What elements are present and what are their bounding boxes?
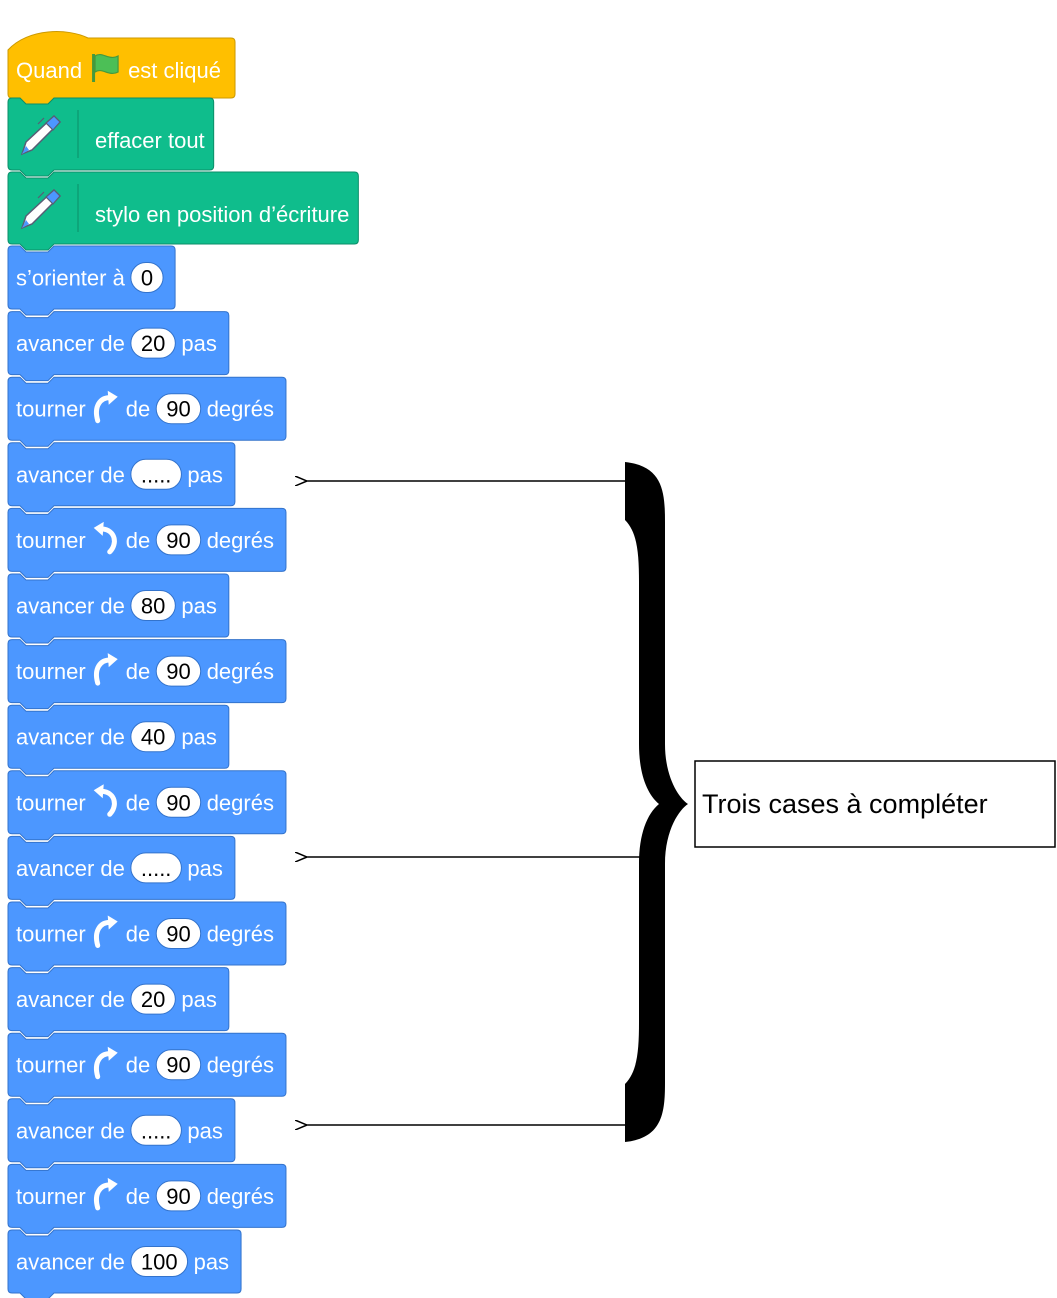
block-label: pas — [181, 725, 216, 750]
block-label: tourner — [16, 1184, 86, 1209]
block-label: avancer de — [16, 856, 125, 881]
number-input-value: 90 — [166, 1053, 190, 1078]
block-label: avancer de — [16, 1250, 125, 1275]
number-input[interactable]: 90 — [155, 655, 202, 687]
number-input[interactable]: 90 — [155, 918, 202, 949]
block-label: degrés — [207, 397, 274, 422]
number-input[interactable]: 90 — [155, 1180, 202, 1212]
block-label: tourner — [16, 790, 86, 815]
block-label: avancer de — [16, 987, 125, 1012]
block-label: pas — [181, 331, 216, 356]
annotation: Trois cases à compléter — [306, 462, 1056, 1142]
block-label: degrés — [207, 528, 274, 553]
number-input-value: 40 — [141, 725, 165, 750]
number-input[interactable]: ..... — [130, 852, 182, 884]
number-input-value: 20 — [141, 331, 165, 356]
block-label: de — [126, 1053, 150, 1078]
number-input[interactable]: 90 — [155, 524, 202, 556]
block-label: pas — [181, 987, 216, 1012]
annotation-arrows — [306, 481, 648, 1125]
block-label: degrés — [207, 1184, 274, 1209]
block-label: avancer de — [16, 725, 125, 750]
number-input[interactable]: 90 — [155, 786, 202, 818]
number-input-value: 20 — [141, 987, 165, 1012]
number-input-value: 90 — [166, 790, 190, 815]
block-label: degrés — [207, 790, 274, 815]
hat-text: est cliqué — [128, 58, 221, 83]
number-input-value: ..... — [141, 462, 172, 487]
number-input-value: 90 — [166, 1184, 190, 1209]
number-input[interactable]: 90 — [155, 1049, 202, 1081]
block-label: s’orienter à — [16, 266, 126, 291]
annotation-label: Trois cases à compléter — [702, 789, 988, 819]
block-label: avancer de — [16, 1118, 125, 1143]
scratch-diagram: Quand est cliqué effacer tout stylo en posi… — [7, 31, 1056, 1298]
pen-block-label: stylo en position d’écriture — [95, 202, 349, 227]
number-input[interactable]: 100 — [130, 1246, 189, 1277]
number-input[interactable]: 0 — [130, 262, 164, 293]
block-label: de — [126, 790, 150, 815]
number-input[interactable]: 90 — [155, 393, 202, 425]
block-label: degrés — [207, 922, 274, 947]
block-label: degrés — [207, 659, 274, 684]
block-label: tourner — [16, 922, 86, 947]
block-label: degrés — [207, 1053, 274, 1078]
block-label: pas — [187, 856, 222, 881]
block-label: de — [126, 659, 150, 684]
block-label: tourner — [16, 659, 86, 684]
number-input-value: 90 — [166, 528, 190, 553]
block-label: avancer de — [16, 462, 125, 487]
block-label: avancer de — [16, 594, 125, 619]
number-input-value: 0 — [141, 266, 153, 291]
script-blocks: Quand est cliqué effacer tout stylo en posi… — [7, 31, 359, 1298]
block-label: de — [126, 528, 150, 553]
number-input-value: ..... — [141, 856, 172, 881]
block-label: pas — [187, 1118, 222, 1143]
number-input[interactable]: 20 — [130, 327, 176, 359]
curly-brace — [625, 462, 688, 1142]
block-label: tourner — [16, 528, 86, 553]
block-label: avancer de — [16, 331, 125, 356]
hat-text: Quand — [16, 58, 82, 83]
block-label: tourner — [16, 1053, 86, 1078]
number-input[interactable]: 80 — [130, 590, 176, 621]
number-input-value: 90 — [166, 659, 190, 684]
number-input-value: 100 — [141, 1250, 178, 1275]
number-input-value: 90 — [166, 922, 190, 947]
block-label: de — [126, 922, 150, 947]
block-label: de — [126, 1184, 150, 1209]
number-input[interactable]: 20 — [130, 983, 176, 1015]
number-input[interactable]: ..... — [130, 1114, 182, 1146]
number-input[interactable]: ..... — [130, 458, 182, 490]
block-label: pas — [187, 462, 222, 487]
block-label: pas — [181, 594, 216, 619]
pen-block-label: effacer tout — [95, 128, 205, 153]
number-input-value: 90 — [166, 397, 190, 422]
block-label: de — [126, 397, 150, 422]
number-input-value: 80 — [141, 594, 165, 619]
block-label: pas — [194, 1250, 229, 1275]
number-input-value: ..... — [141, 1118, 172, 1143]
number-input[interactable]: 40 — [130, 721, 176, 753]
block-label: tourner — [16, 397, 86, 422]
